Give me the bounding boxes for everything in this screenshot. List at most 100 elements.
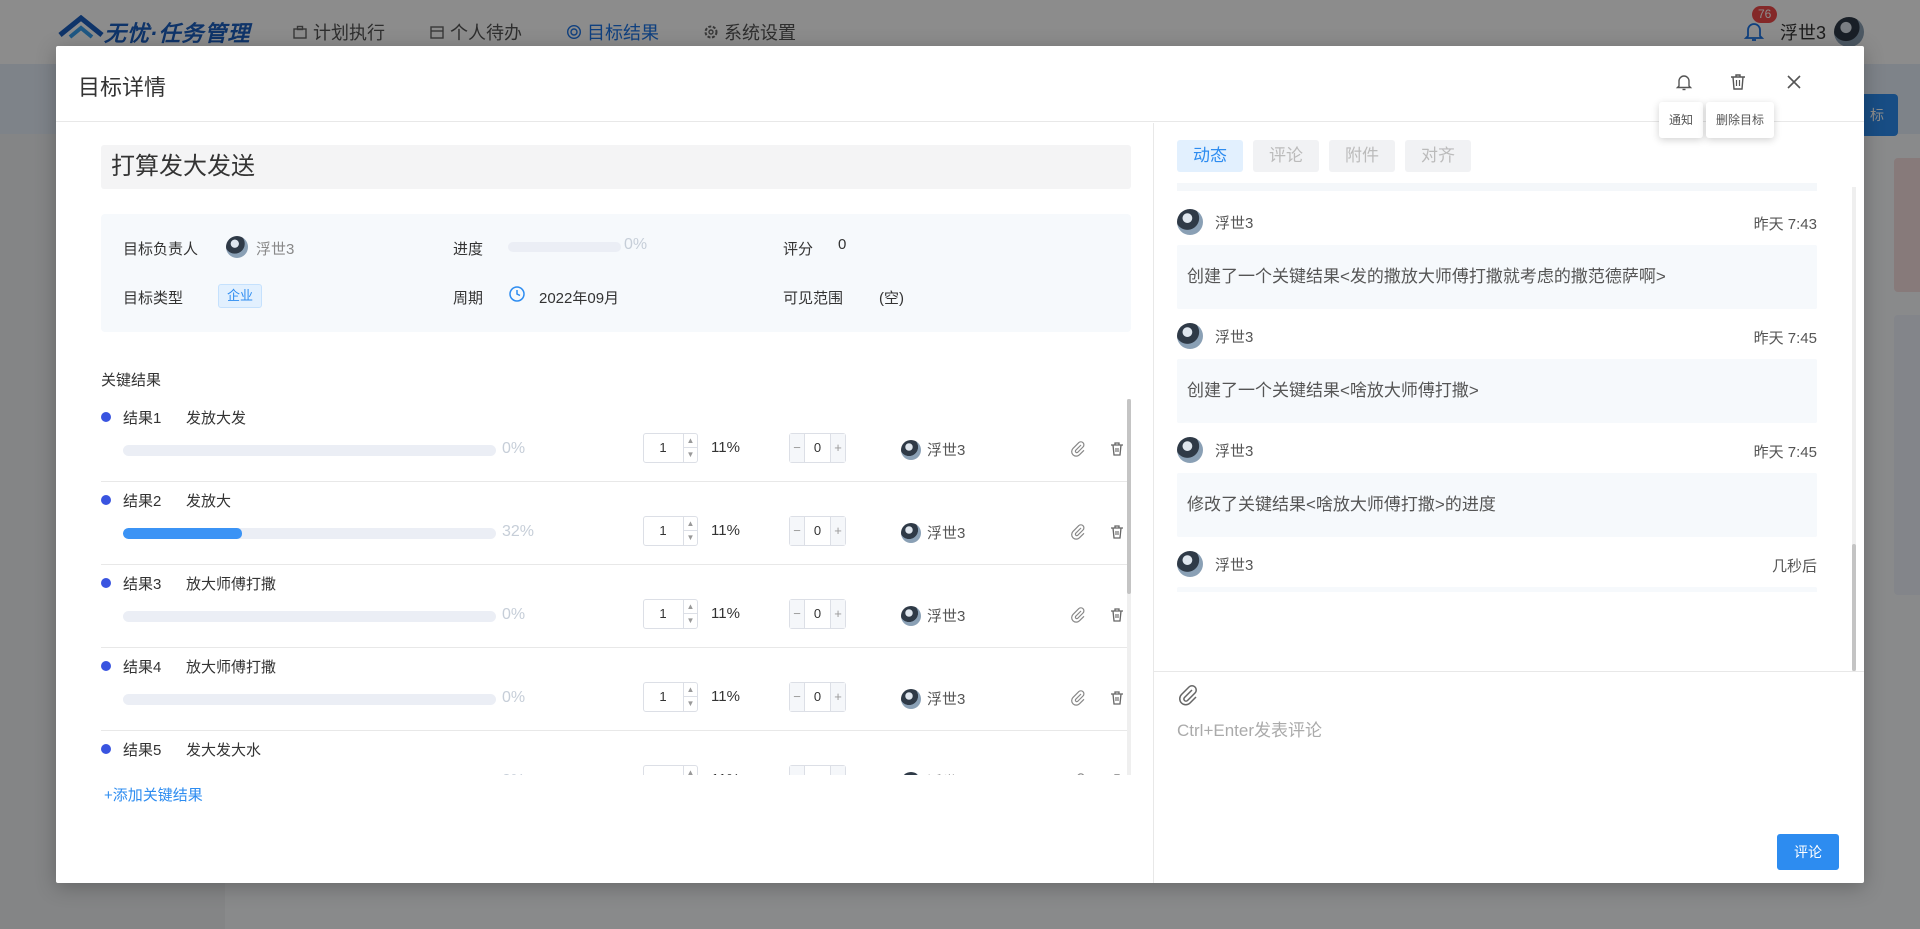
key-result-owner[interactable]: 浮世3 xyxy=(901,439,965,460)
score-value[interactable]: 0 xyxy=(838,236,846,253)
score-value[interactable]: 0 xyxy=(804,517,831,545)
tab-comments[interactable]: 评论 xyxy=(1253,140,1319,172)
visibility-value[interactable]: (空) xyxy=(879,287,904,308)
trash-icon[interactable] xyxy=(1109,607,1125,623)
close-icon[interactable] xyxy=(1784,72,1804,92)
confidence-spinner[interactable]: 1▲▼ xyxy=(643,516,698,546)
spinner-arrows[interactable]: ▲▼ xyxy=(683,517,697,545)
score-stepper[interactable]: −0+ xyxy=(789,516,846,546)
confidence-value[interactable]: 1 xyxy=(644,600,682,628)
score-stepper[interactable]: −0+ xyxy=(789,682,846,712)
trash-icon[interactable] xyxy=(1109,690,1125,706)
confidence-spinner[interactable]: 1▲▼ xyxy=(643,682,698,712)
plus-icon[interactable]: + xyxy=(831,600,845,628)
chevron-down-icon[interactable]: ▼ xyxy=(684,531,697,545)
confidence-spinner[interactable]: 1▲▼ xyxy=(643,765,698,775)
key-result-progress-bar[interactable] xyxy=(123,445,496,456)
activity-time: 昨天 7:45 xyxy=(1753,444,1817,461)
paperclip-icon[interactable] xyxy=(1177,684,1199,706)
key-result-owner[interactable]: 浮世3 xyxy=(901,522,965,543)
chevron-up-icon[interactable]: ▲ xyxy=(684,683,697,697)
tab-activity[interactable]: 动态 xyxy=(1177,140,1243,172)
cycle-value[interactable]: 2022年09月 xyxy=(539,287,619,308)
chevron-down-icon[interactable]: ▼ xyxy=(684,448,697,462)
minus-icon[interactable]: − xyxy=(790,517,804,545)
spinner-arrows[interactable]: ▲▼ xyxy=(683,600,697,628)
score-stepper[interactable]: −0+ xyxy=(789,765,846,775)
key-result-name[interactable]: 发放大 xyxy=(186,490,231,511)
confidence-value[interactable]: 1 xyxy=(644,434,682,462)
submit-comment-button[interactable]: 评论 xyxy=(1777,834,1839,870)
key-result-name[interactable]: 发大发大水 xyxy=(186,739,261,760)
scrollbar-thumb[interactable] xyxy=(1852,544,1856,671)
trash-icon[interactable] xyxy=(1109,441,1125,457)
spinner-arrows[interactable]: ▲▼ xyxy=(683,683,697,711)
plus-icon[interactable]: + xyxy=(831,766,845,775)
trash-icon[interactable] xyxy=(1109,773,1125,775)
key-result-owner[interactable]: 浮世3 xyxy=(901,688,965,709)
score-value[interactable]: 0 xyxy=(804,600,831,628)
chevron-up-icon[interactable]: ▲ xyxy=(684,517,697,531)
owner-name[interactable]: 浮世3 xyxy=(256,238,294,259)
key-result-name[interactable]: 放大师傅打撒 xyxy=(186,656,276,677)
chevron-up-icon[interactable]: ▲ xyxy=(684,766,697,775)
confidence-value[interactable]: 1 xyxy=(644,683,682,711)
trash-icon[interactable] xyxy=(1109,524,1125,540)
paperclip-icon[interactable] xyxy=(1070,524,1086,540)
chevron-down-icon[interactable]: ▼ xyxy=(684,697,697,711)
key-result-row[interactable]: 结果4 放大师傅打撒 0% 1 ▲ ▼ 11% −0 + 浮世3 xyxy=(101,648,1131,731)
goal-info-box: 目标负责人 浮世3 进度 0% 评分 0 目标类型 企业 周期 2022年09月… xyxy=(101,214,1131,332)
chevron-up-icon[interactable]: ▲ xyxy=(684,600,697,614)
tab-attachments[interactable]: 附件 xyxy=(1329,140,1395,172)
confidence-value[interactable]: 1 xyxy=(644,517,682,545)
bell-icon[interactable] xyxy=(1674,72,1694,92)
minus-icon[interactable]: − xyxy=(790,434,804,462)
goal-type-tag[interactable]: 企业 xyxy=(218,284,263,308)
activity-text: 创建了一个关键结果<啥放大师傅打撒> xyxy=(1177,359,1817,423)
score-stepper[interactable]: −0+ xyxy=(789,599,846,629)
key-result-progress-bar[interactable] xyxy=(123,528,496,539)
score-value[interactable]: 0 xyxy=(804,683,831,711)
add-key-result-link[interactable]: +添加关键结果 xyxy=(104,784,203,805)
cycle-label: 周期 xyxy=(453,290,484,307)
key-result-row[interactable]: 结果3 放大师傅打撒 0% 1 ▲ ▼ 11% −0 + 浮世3 xyxy=(101,565,1131,648)
key-result-owner[interactable]: 浮世3 xyxy=(901,771,965,775)
paperclip-icon[interactable] xyxy=(1070,441,1086,457)
score-value[interactable]: 0 xyxy=(804,434,831,462)
goal-title-input[interactable]: 打算发大发送 xyxy=(101,145,1131,189)
minus-icon[interactable]: − xyxy=(790,766,804,775)
paperclip-icon[interactable] xyxy=(1070,773,1086,775)
key-result-row[interactable]: 结果5 发大发大水 0% 1▲▼ 11% −0+ 浮世3 xyxy=(101,731,1131,775)
key-result-row[interactable]: 结果2 发放大 32% 1 ▲ ▼ 11% −0 + 浮世3 xyxy=(101,482,1131,565)
scrollbar-thumb[interactable] xyxy=(1127,399,1131,594)
key-result-progress-bar[interactable] xyxy=(123,694,496,705)
key-results-scrollbar[interactable] xyxy=(1127,399,1131,775)
confidence-value[interactable]: 1 xyxy=(644,766,682,775)
tab-alignment[interactable]: 对齐 xyxy=(1405,140,1471,172)
chevron-down-icon[interactable]: ▼ xyxy=(684,614,697,628)
key-result-dot xyxy=(101,744,111,754)
confidence-spinner[interactable]: 1▲▼ xyxy=(643,599,698,629)
key-result-owner[interactable]: 浮世3 xyxy=(901,605,965,626)
minus-icon[interactable]: − xyxy=(790,683,804,711)
comment-input[interactable] xyxy=(1177,716,1817,746)
minus-icon[interactable]: − xyxy=(790,600,804,628)
spinner-arrows[interactable]: ▲▼ xyxy=(683,766,697,775)
paperclip-icon[interactable] xyxy=(1070,607,1086,623)
paperclip-icon[interactable] xyxy=(1070,690,1086,706)
key-result-name[interactable]: 发放大发 xyxy=(186,407,246,428)
activity-scrollbar[interactable] xyxy=(1852,187,1856,671)
key-result-name[interactable]: 放大师傅打撒 xyxy=(186,573,276,594)
confidence-spinner[interactable]: 1▲▼ xyxy=(643,433,698,463)
chevron-up-icon[interactable]: ▲ xyxy=(684,434,697,448)
score-value[interactable]: 0 xyxy=(804,766,831,775)
plus-icon[interactable]: + xyxy=(831,683,845,711)
activity-user: 浮世3 xyxy=(1215,442,1254,460)
spinner-arrows[interactable]: ▲▼ xyxy=(683,434,697,462)
key-result-progress-bar[interactable] xyxy=(123,611,496,622)
plus-icon[interactable]: + xyxy=(831,517,845,545)
score-stepper[interactable]: −0+ xyxy=(789,433,846,463)
key-result-row[interactable]: 结果1 发放大发 0% 1 ▲ ▼ 11% −0 + 浮世3 xyxy=(101,399,1131,482)
trash-icon[interactable] xyxy=(1728,72,1748,92)
plus-icon[interactable]: + xyxy=(831,434,845,462)
